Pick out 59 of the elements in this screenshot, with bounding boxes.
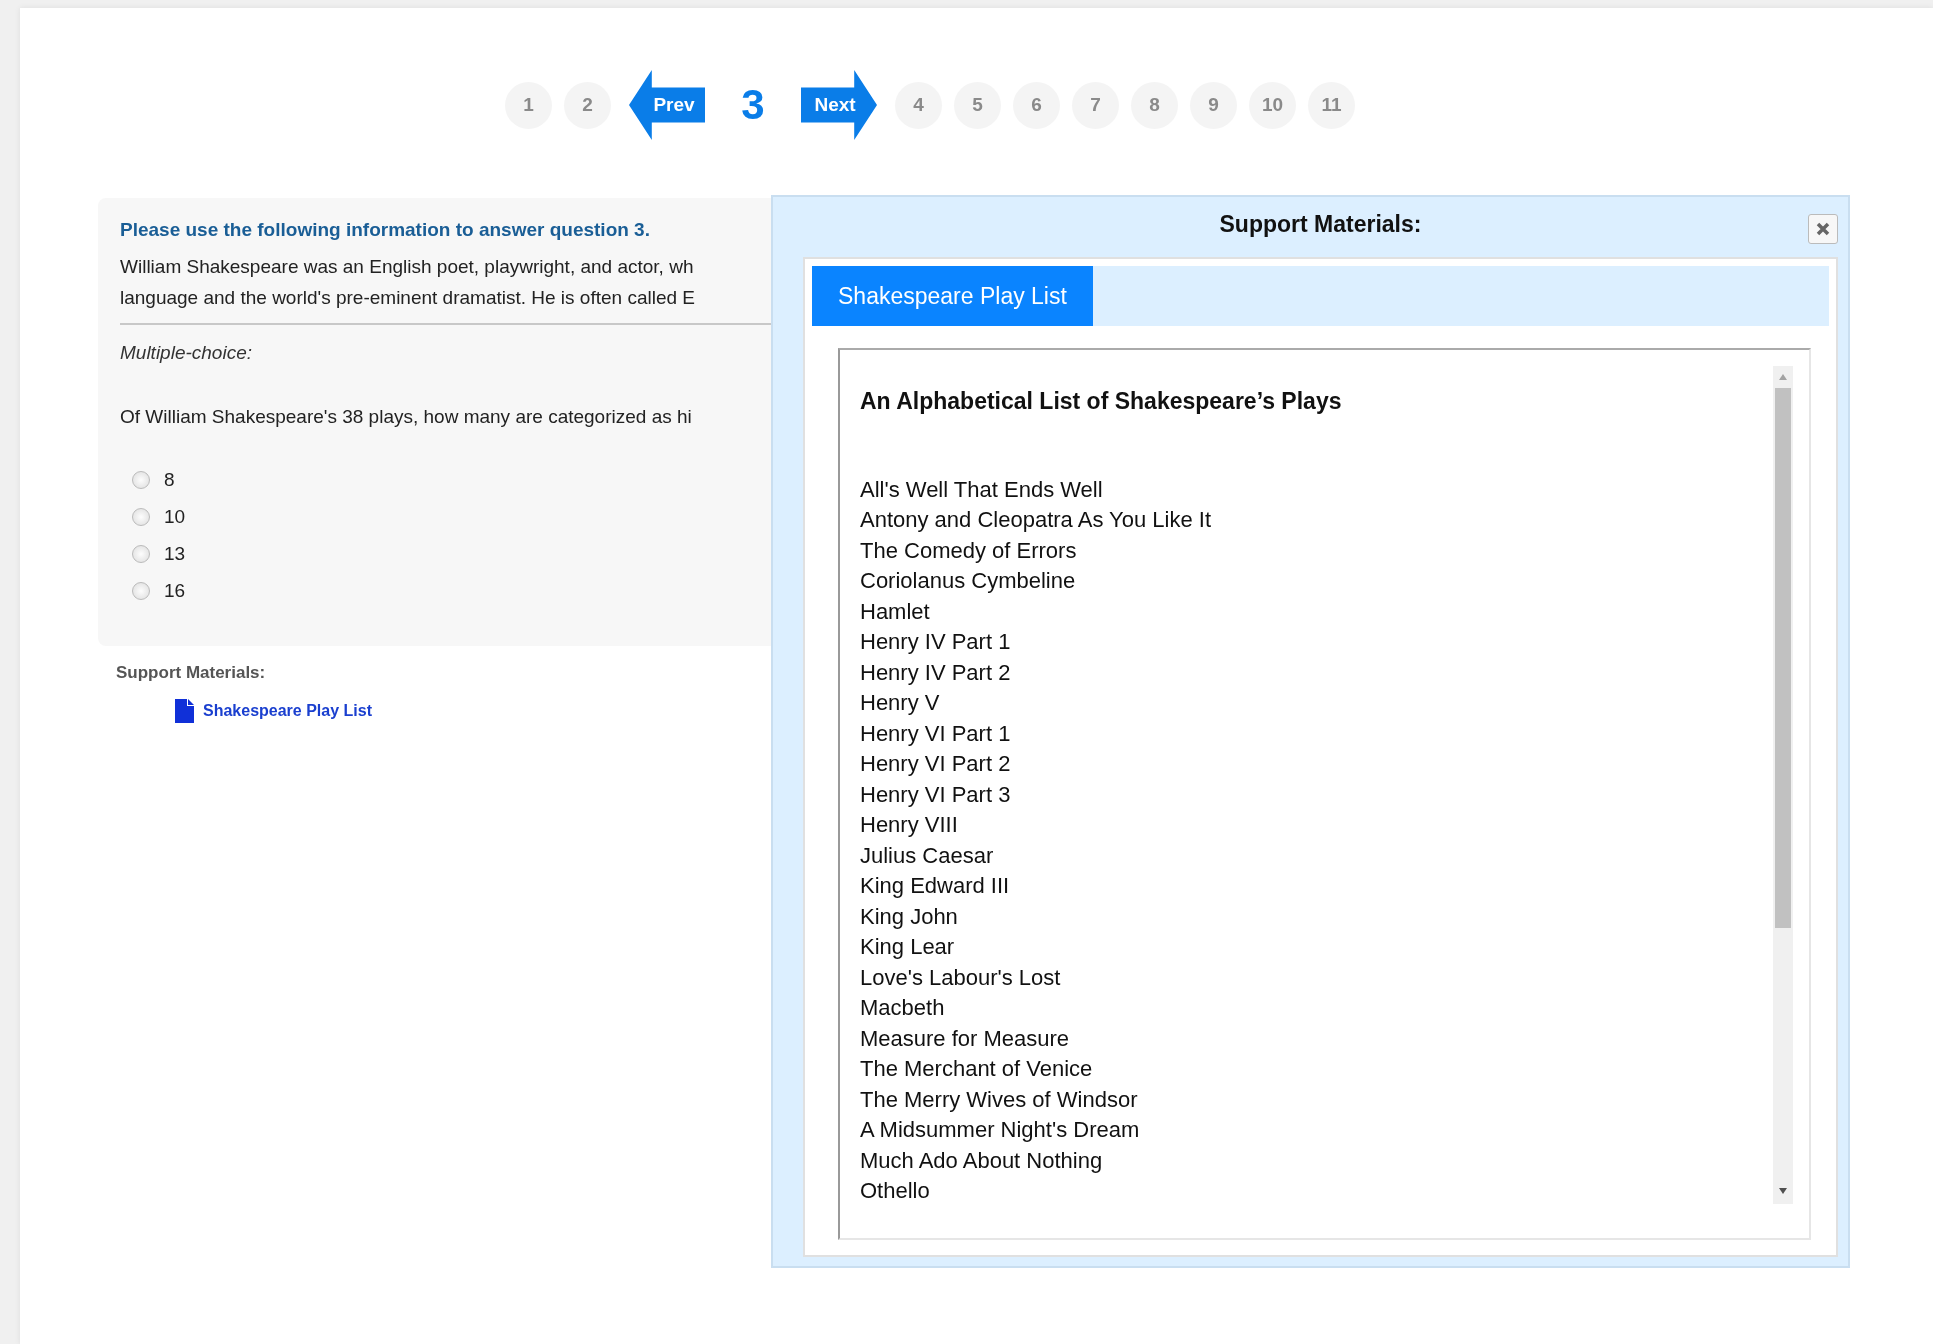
play-title: Antony and Cleopatra As You Like It — [860, 506, 1213, 534]
page-number-button[interactable]: 1 — [505, 81, 552, 129]
play-title: Measure for Measure — [860, 1024, 1071, 1053]
document-icon — [175, 699, 194, 723]
document-link[interactable]: Shakespeare Play List — [203, 699, 372, 723]
page-number-button[interactable]: 9 — [1190, 81, 1237, 129]
page-number-button[interactable]: 11 — [1308, 81, 1355, 129]
radio-button[interactable] — [132, 508, 150, 526]
play-title: Henry V — [860, 689, 941, 717]
question-text: Of William Shakespeare's 38 plays, how many are categorized as hi — [120, 405, 692, 429]
play-title: The Comedy of Errors — [860, 536, 1078, 565]
play-title: Henry VI Part 1 — [860, 719, 1012, 748]
play-title: Henry IV Part 1 — [860, 628, 1012, 656]
radio-button[interactable] — [132, 471, 150, 489]
radio-button[interactable] — [132, 545, 150, 563]
play-title: The Merchant of Venice — [860, 1055, 1094, 1083]
play-title: The Merry Wives of Windsor — [860, 1085, 1139, 1114]
play-title: Henry VIII — [860, 811, 959, 839]
play-title: King Edward III — [860, 872, 1011, 900]
next-button[interactable]: Next — [801, 70, 877, 140]
page-number-button[interactable]: 4 — [895, 81, 942, 129]
passage-text: language and the world's pre-eminent dramatist. He is often called E — [120, 285, 695, 310]
play-title: Henry VI Part 2 — [860, 750, 1012, 778]
option-label: 13 — [164, 541, 186, 566]
page-number-button[interactable]: 7 — [1072, 81, 1119, 129]
play-title: Julius Caesar — [860, 841, 995, 870]
play-title: King Lear — [860, 933, 956, 961]
close-button[interactable] — [1808, 214, 1838, 244]
radio-button[interactable] — [132, 582, 150, 600]
play-title: King John — [860, 902, 959, 931]
play-title: Much Ado About Nothing — [860, 1146, 1104, 1175]
play-title: Love's Labour's Lost — [860, 963, 1062, 992]
page-number-button[interactable]: 10 — [1249, 81, 1296, 129]
option-label: 16 — [164, 578, 186, 603]
support-materials-label: Support Materials: — [116, 661, 266, 684]
play-title: Hamlet — [860, 597, 931, 626]
prev-button[interactable]: Prev — [629, 70, 705, 140]
question-type-label: Multiple-choice: — [120, 340, 252, 365]
page-number-button[interactable]: 8 — [1131, 81, 1178, 129]
document-tab[interactable]: Shakespeare Play List — [812, 266, 1093, 326]
page-number-button[interactable]: 5 — [954, 81, 1001, 129]
scrollbar[interactable] — [1773, 366, 1793, 1204]
play-title: Henry VI Part 3 — [860, 780, 1012, 809]
play-title: Macbeth — [860, 994, 946, 1022]
option-label: 10 — [164, 504, 186, 529]
document-title: An Alphabetical List of Shakespeare’s Plays — [860, 387, 1343, 416]
dialog-title: Support Materials: — [1219, 210, 1422, 239]
play-title: Henry IV Part 2 — [860, 658, 1012, 687]
play-title: Othello — [860, 1177, 931, 1205]
play-title: Coriolanus Cymbeline — [860, 567, 1077, 595]
page-number-button[interactable]: 6 — [1013, 81, 1060, 129]
play-title: All's Well That Ends Well — [860, 475, 1104, 504]
current-page-number: 3 — [740, 84, 766, 126]
close-icon — [1816, 222, 1830, 236]
page-number-button[interactable]: 2 — [564, 81, 611, 129]
passage-text: William Shakespeare was an English poet, playwright, and actor, wh — [120, 254, 694, 279]
passage-heading: Please use the following information to answer question 3. — [120, 218, 650, 242]
play-title: A Midsummer Night's Dream — [860, 1116, 1141, 1144]
option-label: 8 — [164, 467, 175, 492]
